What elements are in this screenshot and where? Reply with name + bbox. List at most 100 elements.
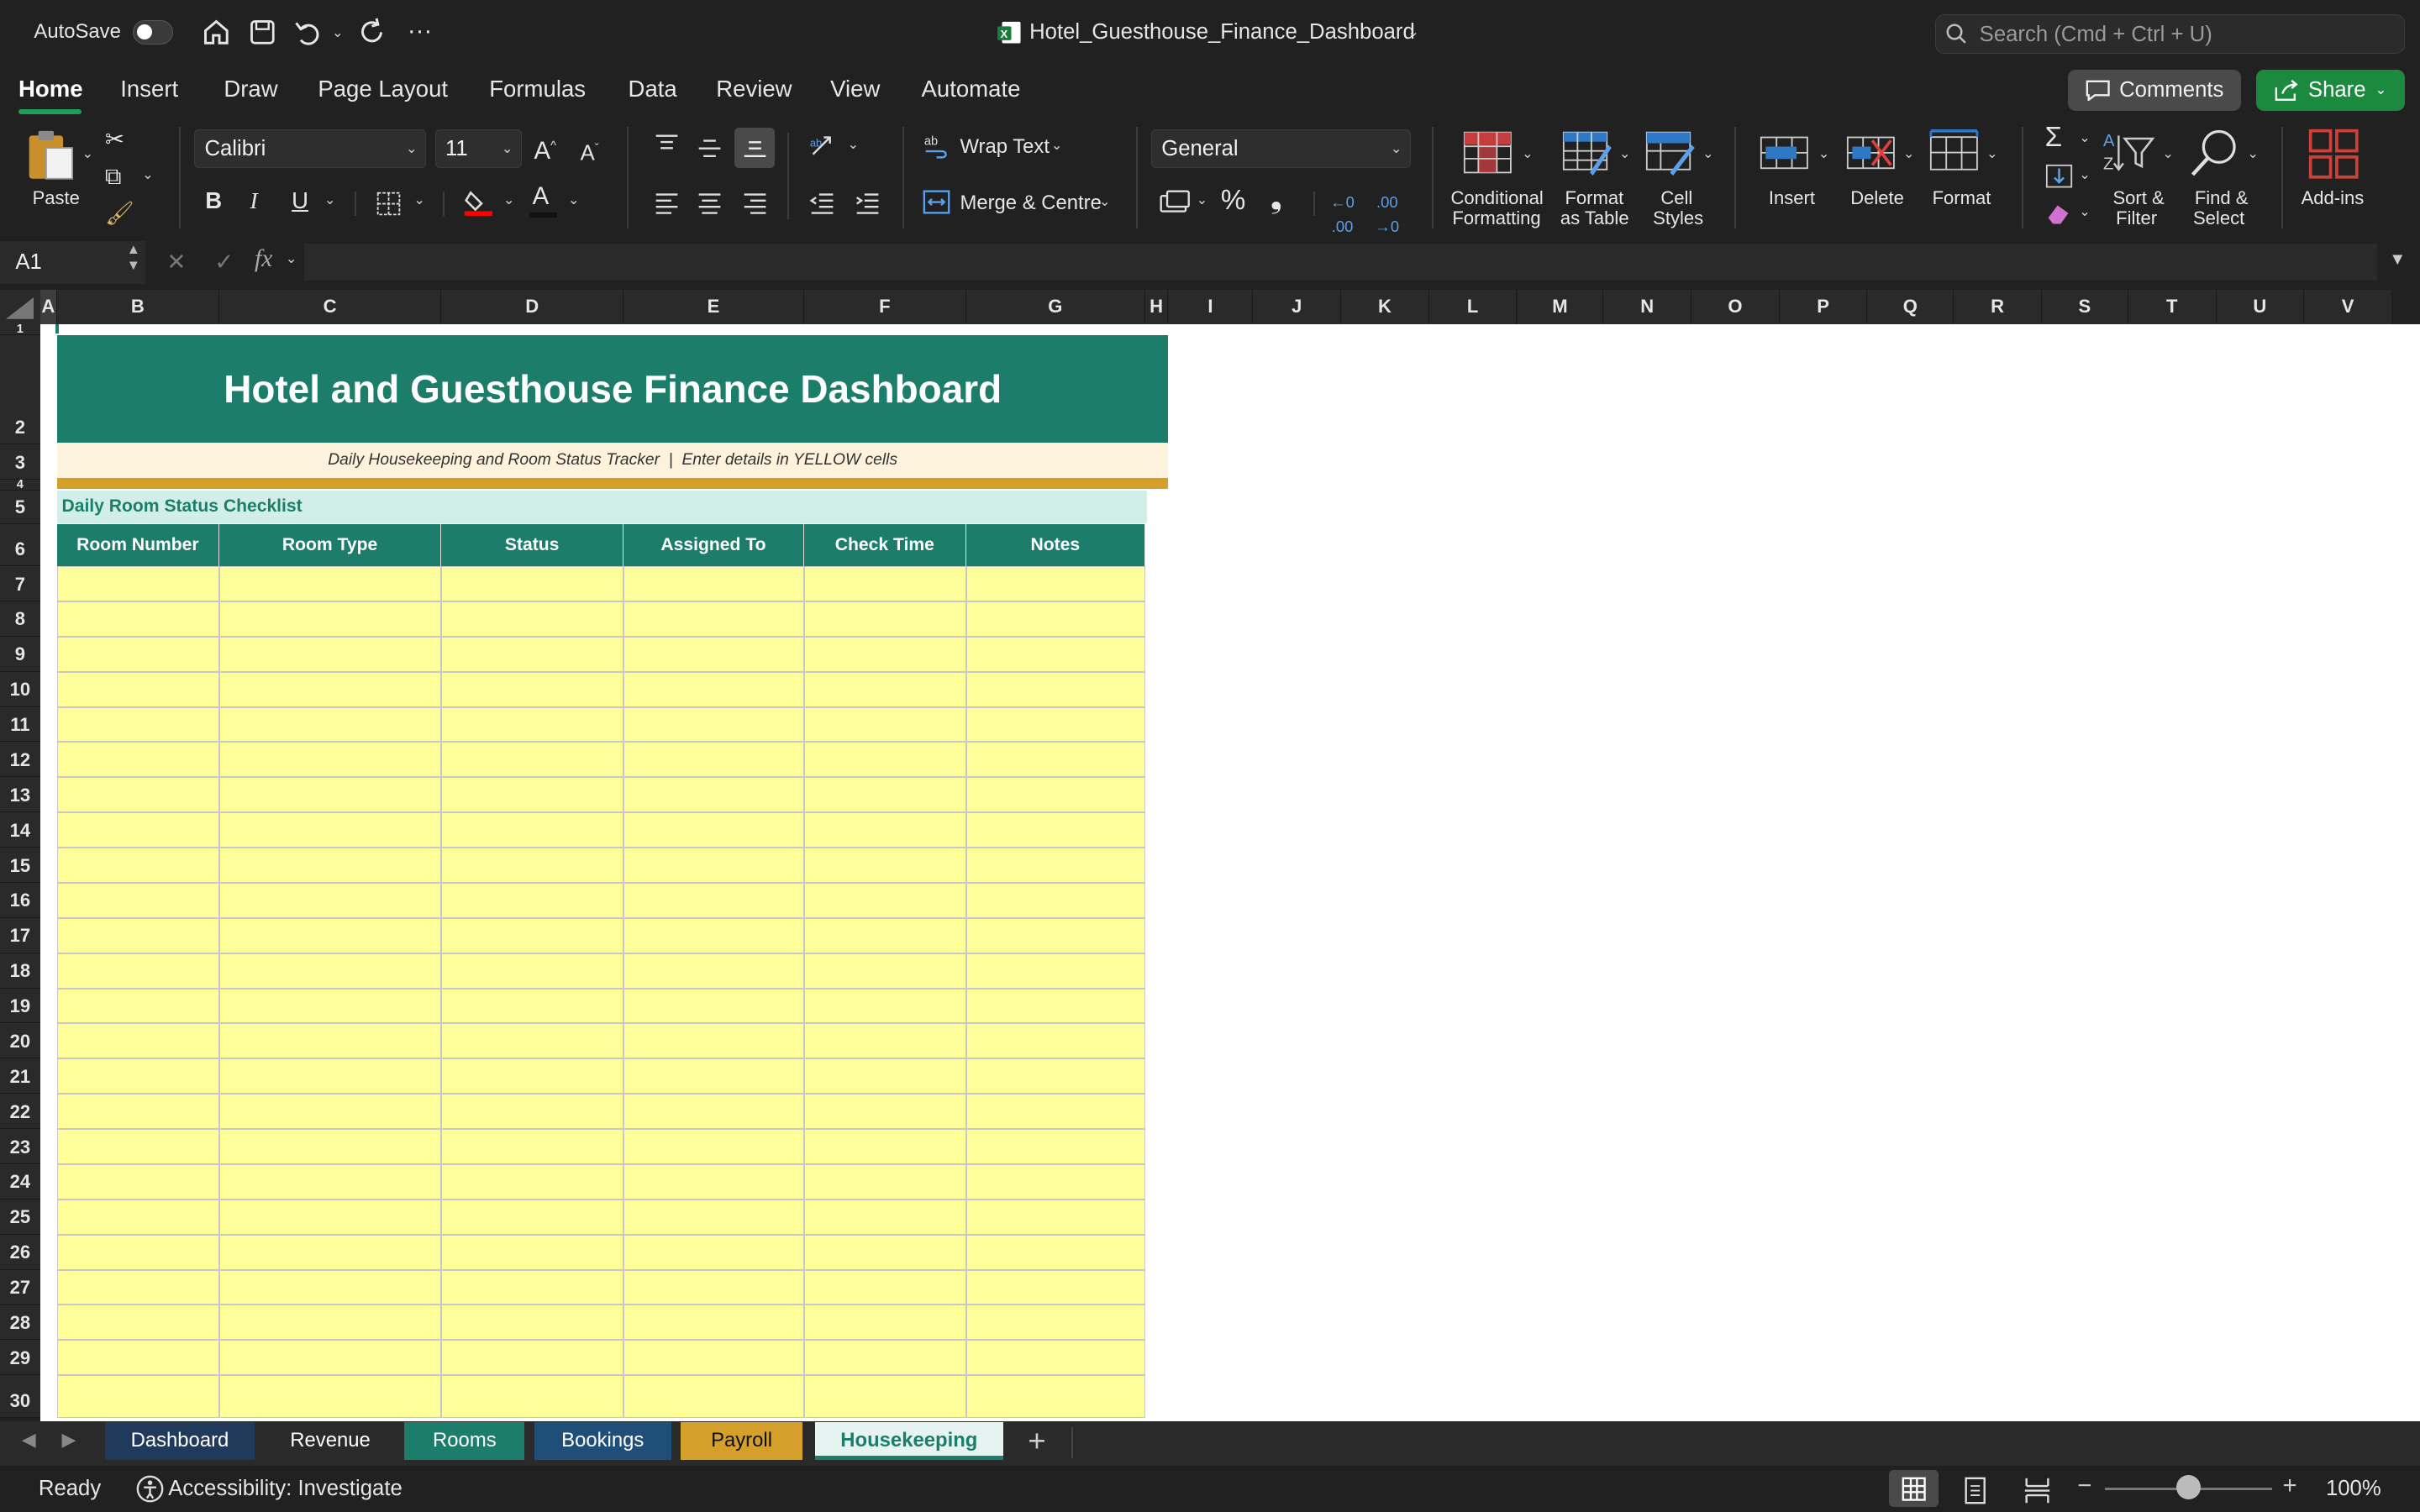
input-cell[interactable] — [56, 988, 219, 1024]
input-cell[interactable] — [441, 636, 624, 672]
number-format-select[interactable]: General ⌄ — [1151, 129, 1411, 169]
input-cell[interactable] — [965, 566, 1145, 601]
increase-decimal-icon[interactable]: ←0.00 — [1330, 190, 1355, 239]
input-cell[interactable] — [56, 1023, 219, 1059]
row-header-20[interactable]: 20 — [0, 1023, 40, 1059]
sort-filter-dropdown-icon[interactable]: ⌄ — [2162, 145, 2174, 162]
tab-review[interactable]: Review — [716, 76, 792, 102]
input-cell[interactable] — [218, 1340, 442, 1376]
input-cell[interactable] — [803, 848, 966, 883]
column-header-s[interactable]: S — [2041, 290, 2128, 324]
sheet-tab-bookings[interactable]: Bookings — [534, 1422, 671, 1460]
table-header-cell[interactable]: Room Number — [56, 524, 219, 567]
decrease-indent-icon[interactable] — [808, 190, 836, 214]
column-header-j[interactable]: J — [1253, 290, 1342, 324]
input-cell[interactable] — [441, 812, 624, 848]
input-cell[interactable] — [56, 1375, 219, 1418]
input-cell[interactable] — [803, 1129, 966, 1164]
share-dropdown-icon[interactable]: ⌄ — [2375, 81, 2387, 98]
save-icon[interactable] — [247, 17, 278, 48]
clear-icon[interactable] — [2045, 201, 2073, 225]
column-header-r[interactable]: R — [1954, 290, 2042, 324]
input-cell[interactable] — [803, 1163, 966, 1200]
input-cell[interactable] — [803, 601, 966, 637]
input-cell[interactable] — [56, 1305, 219, 1341]
column-header-f[interactable]: F — [803, 290, 966, 324]
input-cell[interactable] — [56, 1269, 219, 1305]
input-cell[interactable] — [965, 706, 1145, 743]
copy-icon[interactable]: ⧉ — [105, 163, 122, 188]
input-cell[interactable] — [218, 917, 442, 953]
row-header-8[interactable]: 8 — [0, 601, 40, 637]
row-header-1[interactable]: 1 — [0, 323, 40, 335]
input-cell[interactable] — [623, 566, 804, 601]
table-header-cell[interactable]: Notes — [965, 524, 1145, 567]
add-ins-icon[interactable] — [2307, 128, 2360, 180]
cell-styles-icon[interactable] — [1645, 129, 1695, 176]
input-cell[interactable] — [56, 601, 219, 637]
expand-formula-icon[interactable]: ▼ — [2389, 250, 2406, 270]
table-header-cell[interactable]: Assigned To — [623, 524, 804, 567]
insert-cells-icon[interactable] — [1760, 133, 1812, 173]
merge-centre-button[interactable]: Merge & Centre ⌄ — [923, 188, 1120, 219]
input-cell[interactable] — [218, 777, 442, 813]
share-button[interactable]: Share ⌄ — [2256, 69, 2405, 112]
input-cell[interactable] — [803, 1094, 966, 1130]
paste-dropdown-icon[interactable]: ⌄ — [82, 145, 93, 162]
input-cell[interactable] — [441, 601, 624, 637]
input-cell[interactable] — [623, 742, 804, 778]
normal-view-button[interactable] — [1889, 1470, 1939, 1508]
accounting-format-icon[interactable] — [1158, 188, 1192, 216]
input-cell[interactable] — [441, 1129, 624, 1164]
borders-dropdown-icon[interactable]: ⌄ — [413, 192, 425, 208]
input-cell[interactable] — [218, 1375, 442, 1418]
input-cell[interactable] — [623, 1058, 804, 1095]
sheet-tab-revenue[interactable]: Revenue — [265, 1422, 396, 1460]
input-cell[interactable] — [56, 1234, 219, 1270]
input-cell[interactable] — [441, 566, 624, 601]
delete-cells-icon[interactable] — [1846, 133, 1898, 173]
input-cell[interactable] — [56, 636, 219, 672]
input-cell[interactable] — [56, 1058, 219, 1095]
input-cell[interactable] — [623, 1163, 804, 1200]
formula-input[interactable] — [303, 244, 2377, 281]
section-header-cell[interactable]: Daily Room Status Checklist — [56, 491, 1147, 523]
function-icon[interactable]: fx — [255, 245, 272, 273]
input-cell[interactable] — [803, 953, 966, 989]
row-header-28[interactable]: 28 — [0, 1305, 40, 1341]
input-cell[interactable] — [965, 953, 1145, 989]
input-cell[interactable] — [623, 636, 804, 672]
input-cell[interactable] — [803, 1269, 966, 1305]
input-cell[interactable] — [965, 988, 1145, 1024]
input-cell[interactable] — [218, 1094, 442, 1130]
input-cell[interactable] — [803, 1375, 966, 1418]
input-cell[interactable] — [965, 1023, 1145, 1059]
borders-icon[interactable] — [375, 190, 402, 218]
accessibility-icon[interactable] — [136, 1475, 164, 1503]
input-cell[interactable] — [218, 566, 442, 601]
input-cell[interactable] — [441, 742, 624, 778]
column-header-m[interactable]: M — [1517, 290, 1604, 324]
input-cell[interactable] — [623, 777, 804, 813]
input-cell[interactable] — [965, 1094, 1145, 1130]
name-box[interactable]: A1 ▲ ▼ — [0, 240, 145, 284]
input-cell[interactable] — [441, 706, 624, 743]
input-cell[interactable] — [965, 1340, 1145, 1376]
input-cell[interactable] — [803, 1199, 966, 1235]
fill-dropdown-icon[interactable]: ⌄ — [2079, 166, 2091, 183]
input-cell[interactable] — [441, 1058, 624, 1095]
input-cell[interactable] — [218, 601, 442, 637]
undo-dropdown-icon[interactable]: ⌄ — [332, 24, 344, 41]
input-cell[interactable] — [623, 1375, 804, 1418]
table-header-cell[interactable]: Status — [441, 524, 624, 567]
fill-color-dropdown-icon[interactable]: ⌄ — [503, 192, 515, 208]
input-cell[interactable] — [623, 1199, 804, 1235]
row-header-18[interactable]: 18 — [0, 953, 40, 989]
column-header-v[interactable]: V — [2304, 290, 2392, 324]
input-cell[interactable] — [218, 988, 442, 1024]
format-as-table-dropdown-icon[interactable]: ⌄ — [1619, 145, 1631, 162]
zoom-in-icon[interactable]: + — [2283, 1472, 2297, 1500]
row-header-22[interactable]: 22 — [0, 1094, 40, 1130]
row-header-16[interactable]: 16 — [0, 882, 40, 918]
decrease-font-icon[interactable]: Aˇ — [581, 137, 599, 166]
